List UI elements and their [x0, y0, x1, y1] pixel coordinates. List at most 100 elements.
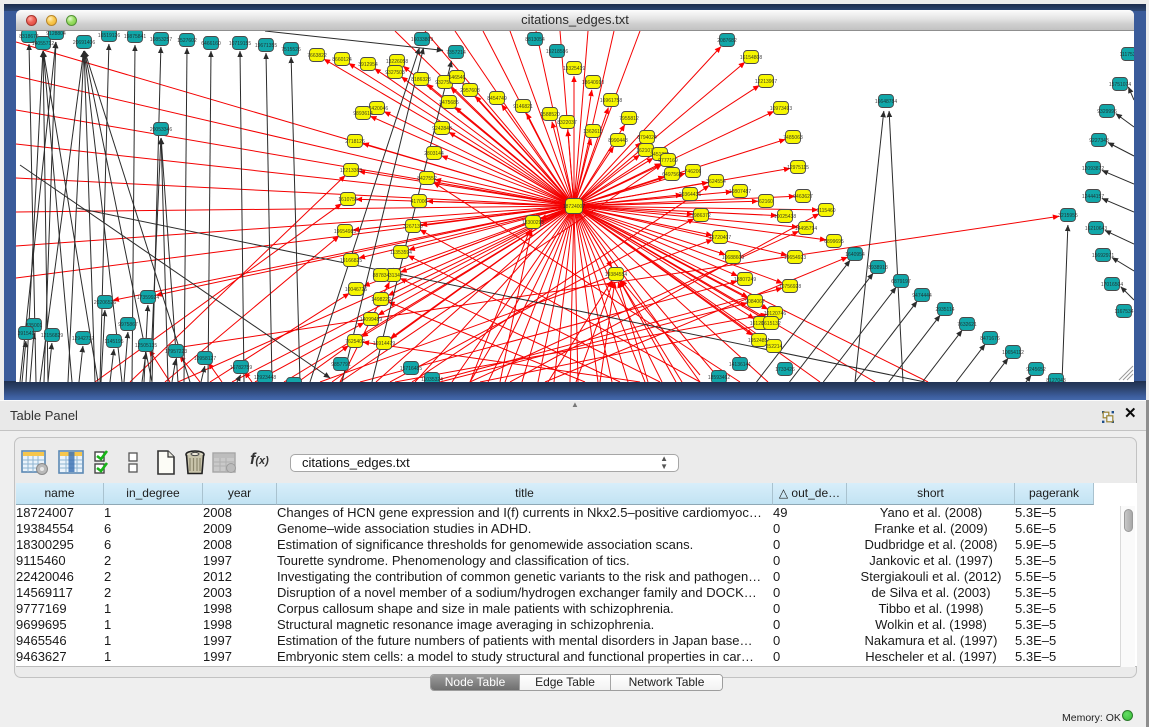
svg-text:9084067: 9084067 [745, 299, 765, 305]
svg-text:15720407: 15720407 [709, 235, 731, 241]
svg-text:19875841: 19875841 [124, 34, 146, 40]
svg-text:20206526: 20206526 [94, 300, 116, 306]
svg-text:6466160: 6466160 [201, 41, 221, 47]
svg-text:14055712: 14055712 [32, 41, 54, 47]
svg-text:2935114: 2935114 [935, 307, 954, 313]
svg-text:17016504: 17016504 [1101, 282, 1123, 288]
svg-text:887834: 887834 [373, 273, 390, 279]
svg-text:10973493: 10973493 [770, 106, 792, 112]
svg-text:13226058: 13226058 [386, 59, 408, 65]
svg-text:18807249: 18807249 [734, 277, 756, 283]
svg-text:16914479: 16914479 [373, 341, 395, 347]
svg-text:9242848: 9242848 [432, 126, 452, 132]
svg-text:9327503: 9327503 [385, 70, 405, 76]
svg-text:7632621: 7632621 [957, 322, 977, 328]
svg-text:12213967: 12213967 [755, 79, 777, 85]
svg-text:16033809: 16033809 [411, 37, 433, 43]
svg-text:8186328: 8186328 [411, 77, 431, 83]
svg-text:15716485: 15716485 [400, 366, 422, 372]
svg-text:12923448: 12923448 [254, 375, 276, 381]
svg-text:2718126: 2718126 [345, 139, 365, 145]
svg-text:8454749: 8454749 [487, 96, 507, 102]
svg-text:3624554: 3624554 [706, 179, 726, 185]
svg-text:9463627: 9463627 [793, 194, 813, 200]
svg-text:14495794: 14495794 [795, 226, 817, 232]
svg-text:1362615: 1362615 [583, 129, 603, 135]
svg-text:1117534: 1117534 [1120, 52, 1134, 58]
svg-text:2957608: 2957608 [460, 88, 480, 94]
svg-text:8938918: 8938918 [868, 265, 888, 271]
svg-text:8990443: 8990443 [608, 138, 628, 144]
svg-text:18593462: 18593462 [708, 375, 730, 381]
svg-text:11353594: 11353594 [390, 250, 412, 256]
svg-text:7515526: 7515526 [281, 47, 301, 53]
svg-text:3912954: 3912954 [358, 62, 378, 68]
svg-text:10719155: 10719155 [229, 41, 251, 47]
svg-text:16154808: 16154808 [740, 55, 762, 61]
svg-text:1498222: 1498222 [371, 297, 391, 303]
svg-text:14099489: 14099489 [360, 317, 382, 323]
svg-text:1167534: 1167534 [1114, 309, 1133, 315]
svg-text:13325419: 13325419 [563, 66, 585, 72]
svg-text:8427552: 8427552 [417, 176, 437, 182]
svg-text:12093872: 12093872 [1082, 166, 1104, 172]
svg-text:20053346: 20053346 [150, 127, 172, 133]
svg-text:10046726: 10046726 [345, 287, 367, 293]
svg-text:19654923: 19654923 [784, 255, 806, 261]
svg-text:16961758: 16961758 [600, 98, 622, 104]
svg-text:6794024: 6794024 [637, 135, 657, 141]
svg-text:10756928: 10756928 [779, 284, 801, 290]
svg-text:1527602: 1527602 [177, 38, 197, 44]
svg-text:8322037: 8322037 [557, 120, 577, 126]
svg-text:12156829: 12156829 [41, 333, 63, 339]
svg-text:8813054: 8813054 [525, 37, 545, 43]
svg-text:7663822: 7663822 [307, 53, 327, 59]
svg-text:1588520: 1588520 [540, 112, 560, 118]
svg-text:15692971: 15692971 [1092, 253, 1114, 259]
svg-text:252214: 252214 [766, 344, 783, 350]
svg-text:20364436: 20364436 [679, 192, 701, 198]
svg-text:3475685: 3475685 [439, 100, 459, 106]
svg-text:9329996: 9329996 [1097, 109, 1117, 115]
svg-text:16210643: 16210643 [1085, 226, 1107, 232]
svg-text:14136141: 14136141 [729, 362, 751, 368]
svg-text:12942737: 12942737 [72, 336, 94, 342]
svg-text:391541: 391541 [18, 331, 35, 337]
svg-text:1733426: 1733426 [775, 367, 795, 373]
svg-text:2087682: 2087682 [717, 38, 737, 44]
svg-text:18300295: 18300295 [522, 220, 544, 226]
svg-text:10958127: 10958127 [194, 356, 216, 362]
svg-text:8127043: 8127043 [1046, 378, 1066, 382]
svg-text:7625402: 7625402 [345, 339, 365, 345]
svg-text:19384554: 19384554 [605, 272, 627, 278]
svg-text:12213363: 12213363 [340, 168, 362, 174]
svg-text:10688609: 10688609 [722, 255, 744, 261]
svg-text:3267130: 3267130 [403, 224, 423, 230]
svg-text:9893614: 9893614 [353, 111, 373, 117]
svg-text:62160: 62160 [759, 199, 773, 205]
svg-text:6879197: 6879197 [891, 279, 911, 285]
svg-text:17957223: 17957223 [165, 349, 187, 355]
svg-text:15751074: 15751074 [1109, 82, 1131, 88]
svg-text:546546: 546546 [449, 75, 466, 81]
svg-text:16648784: 16648784 [875, 99, 897, 105]
svg-text:18724007: 18724007 [563, 204, 585, 210]
svg-text:417006: 417006 [411, 199, 428, 205]
svg-text:7986372: 7986372 [691, 213, 711, 219]
svg-text:8471676: 8471676 [980, 336, 1000, 342]
svg-text:18640910: 18640910 [582, 80, 604, 86]
svg-text:3215955: 3215955 [1058, 213, 1078, 219]
svg-text:1610755: 1610755 [338, 197, 358, 203]
svg-text:9777169: 9777169 [658, 158, 678, 164]
svg-text:10853257: 10853257 [150, 37, 172, 43]
svg-text:9115460: 9115460 [816, 208, 835, 214]
svg-text:19166825: 19166825 [340, 258, 362, 264]
svg-text:17359924: 17359924 [137, 295, 159, 301]
svg-text:7955812: 7955812 [619, 116, 639, 122]
svg-text:6497568: 6497568 [662, 172, 682, 178]
svg-text:7357214: 7357214 [446, 50, 466, 56]
svg-text:9975867: 9975867 [118, 322, 138, 328]
svg-text:1145195: 1145195 [104, 339, 123, 345]
svg-text:16519126: 16519126 [98, 33, 120, 39]
svg-text:9245652: 9245652 [1026, 367, 1046, 373]
